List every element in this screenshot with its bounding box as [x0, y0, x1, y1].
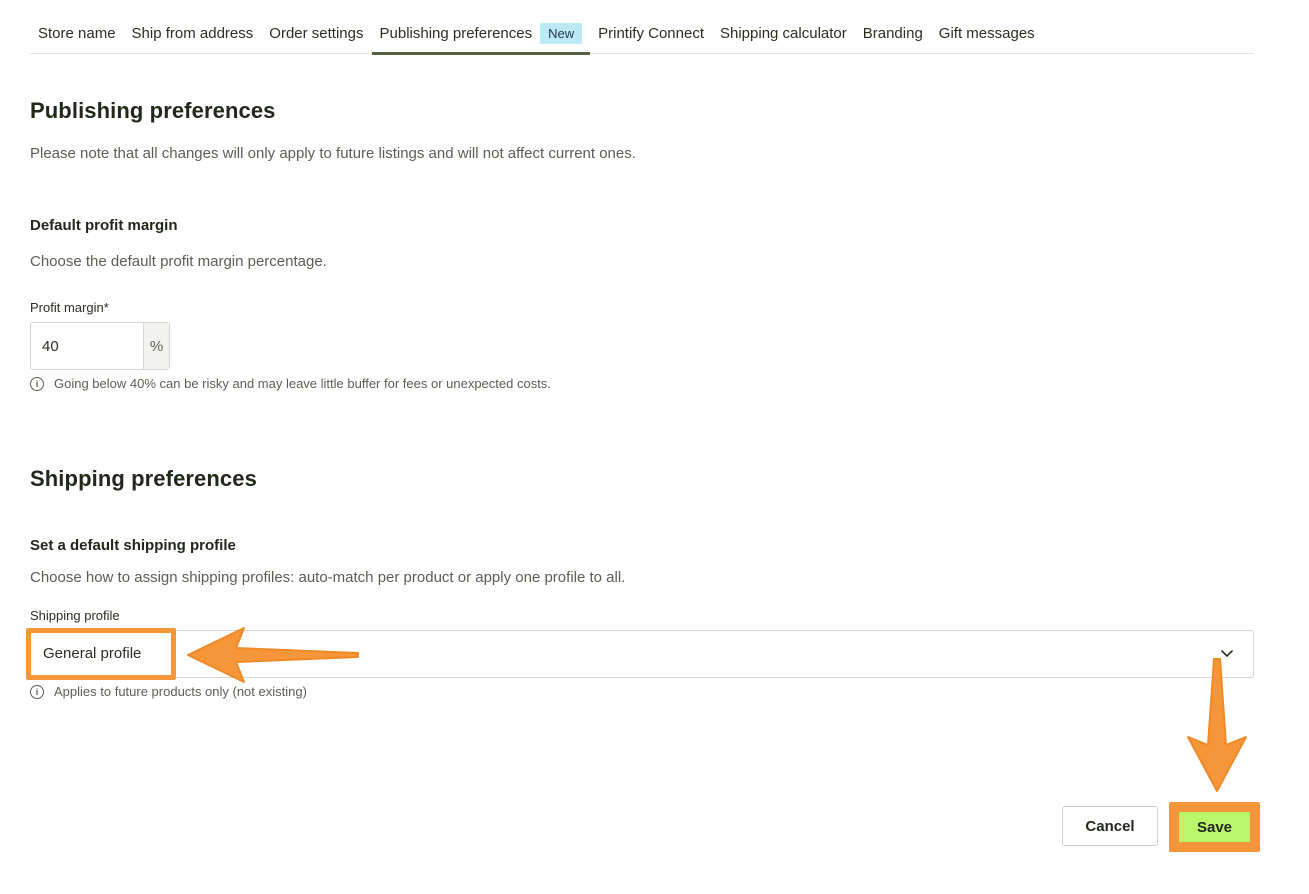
profit-margin-hint-text: Going below 40% can be risky and may lea… [54, 376, 551, 391]
profit-margin-label: Profit margin* [30, 300, 109, 315]
cancel-button[interactable]: Cancel [1062, 806, 1158, 846]
info-icon: i [30, 376, 44, 391]
shipping-subsection-title: Set a default shipping profile [30, 537, 236, 554]
tab-shipping-calculator[interactable]: Shipping calculator [712, 14, 855, 53]
profit-margin-input[interactable] [31, 323, 143, 369]
tab-publishing-preferences[interactable]: Publishing preferences New [371, 14, 591, 55]
required-marker: * [103, 300, 109, 315]
tab-label: Ship from address [131, 25, 254, 42]
tab-branding[interactable]: Branding [855, 14, 931, 53]
tab-label: Branding [862, 25, 923, 42]
save-button[interactable]: Save [1179, 812, 1250, 842]
settings-tabs: Store name Ship from address Order setti… [30, 14, 1254, 55]
profit-margin-hint: i Going below 40% can be risky and may l… [30, 376, 551, 391]
shipping-profile-select[interactable]: General profile [30, 630, 1254, 678]
tab-label: Gift messages [938, 25, 1035, 42]
shipping-profile-hint-text: Applies to future products only (not exi… [54, 684, 307, 699]
tab-order-settings[interactable]: Order settings [261, 14, 371, 53]
chevron-down-icon [1221, 650, 1233, 657]
tab-printify-connect[interactable]: Printify Connect [590, 14, 712, 53]
annotation-highlight-save: Save [1169, 802, 1260, 852]
shipping-title: Shipping preferences [30, 466, 257, 491]
tab-label: Store name [38, 25, 116, 42]
publishing-note: Please note that all changes will only a… [30, 145, 636, 162]
tab-label: Order settings [269, 25, 364, 42]
shipping-profile-label: Shipping profile [30, 608, 120, 623]
info-icon: i [30, 684, 44, 699]
tab-store-name[interactable]: Store name [30, 14, 124, 53]
tab-label: Printify Connect [598, 25, 704, 42]
tab-gift-messages[interactable]: Gift messages [931, 14, 1043, 53]
shipping-profile-hint: i Applies to future products only (not e… [30, 684, 307, 699]
margin-section-desc: Choose the default profit margin percent… [30, 253, 327, 270]
margin-section-title: Default profit margin [30, 217, 178, 234]
percent-suffix: % [143, 323, 169, 369]
profit-margin-label-text: Profit margin [30, 300, 104, 315]
shipping-profile-value: General profile [43, 645, 142, 662]
tab-ship-from-address[interactable]: Ship from address [124, 14, 262, 53]
tab-label: Publishing preferences [379, 25, 533, 42]
new-badge: New [540, 23, 583, 44]
publishing-title: Publishing preferences [30, 98, 276, 123]
shipping-subsection-desc: Choose how to assign shipping profiles: … [30, 569, 626, 586]
profit-margin-field: % [30, 322, 170, 370]
tab-label: Shipping calculator [720, 25, 847, 42]
